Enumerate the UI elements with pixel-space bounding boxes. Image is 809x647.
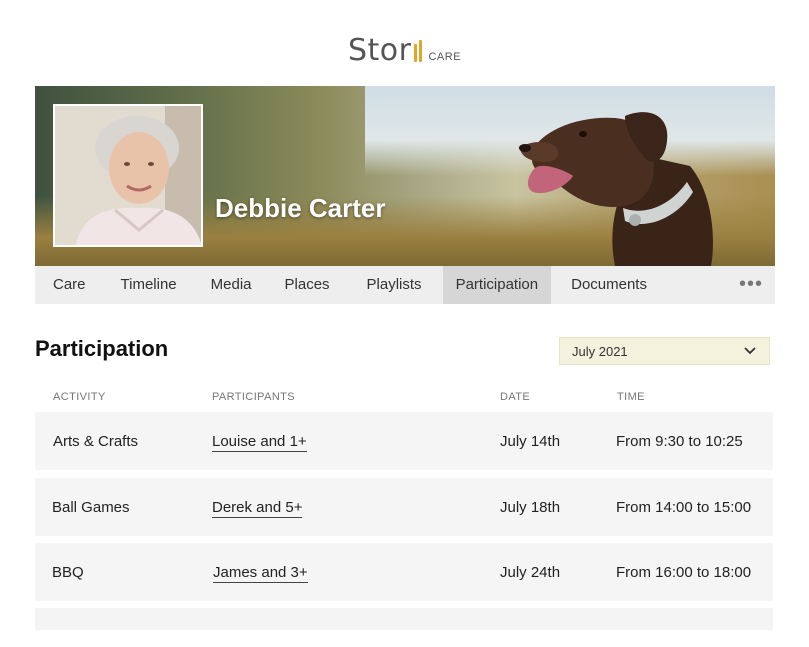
logo-care-label: CARE bbox=[428, 51, 462, 63]
activity-cell: Ball Games bbox=[52, 499, 130, 516]
column-header-time: TIME bbox=[617, 391, 645, 403]
tab-timeline[interactable]: Timeline bbox=[104, 266, 194, 304]
tab-participation[interactable]: Participation bbox=[442, 266, 552, 304]
chevron-down-icon bbox=[744, 347, 756, 355]
date-cell: July 14th bbox=[500, 433, 561, 450]
tab-media[interactable]: Media bbox=[194, 266, 269, 304]
table-row: Ball Games Derek and 5+ July 18th From 1… bbox=[35, 478, 773, 536]
logo-wordmark: Stor bbox=[347, 33, 412, 68]
tab-places[interactable]: Places bbox=[269, 266, 346, 304]
profile-name: Debbie Carter bbox=[215, 193, 386, 223]
month-dropdown-value: July 2021 bbox=[572, 343, 628, 359]
date-cell: July 24th bbox=[500, 564, 561, 581]
profile-tabs: Care Timeline Media Places Playlists Par… bbox=[35, 266, 775, 304]
storii-care-logo: Stor CARE bbox=[0, 33, 809, 68]
time-cell: From 9:30 to 10:25 bbox=[616, 433, 743, 450]
profile-photo bbox=[53, 104, 203, 247]
time-cell: From 14:00 to 15:00 bbox=[616, 499, 752, 516]
more-options-icon[interactable]: ••• bbox=[739, 266, 763, 304]
section-title: Participation bbox=[35, 336, 169, 361]
activity-cell: Arts & Crafts bbox=[53, 433, 139, 450]
tab-care[interactable]: Care bbox=[35, 266, 104, 304]
profile-banner: Debbie Carter bbox=[35, 86, 775, 266]
month-dropdown[interactable]: July 2021 bbox=[559, 337, 770, 365]
table-row: BBQ James and 3+ July 24th From 16:00 to… bbox=[35, 543, 773, 601]
participants-link[interactable]: James and 3+ bbox=[213, 564, 308, 583]
tab-playlists[interactable]: Playlists bbox=[346, 266, 443, 304]
participants-link[interactable]: Louise and 1+ bbox=[212, 433, 307, 452]
date-cell: July 18th bbox=[500, 499, 561, 516]
activity-cell: BBQ bbox=[52, 564, 84, 581]
participants-link[interactable]: Derek and 5+ bbox=[212, 499, 303, 518]
table-row-placeholder bbox=[35, 608, 773, 630]
column-header-activity: ACTIVITY bbox=[53, 391, 106, 403]
tab-documents[interactable]: Documents bbox=[551, 266, 667, 304]
table-row: Arts & Crafts Louise and 1+ July 14th Fr… bbox=[35, 412, 773, 470]
column-header-date: DATE bbox=[500, 391, 531, 403]
portrait-image bbox=[55, 106, 201, 245]
time-cell: From 16:00 to 18:00 bbox=[616, 564, 752, 581]
dog-photo bbox=[519, 112, 713, 266]
logo-ii-mark bbox=[413, 38, 424, 62]
column-header-participants: PARTICIPANTS bbox=[212, 391, 296, 403]
